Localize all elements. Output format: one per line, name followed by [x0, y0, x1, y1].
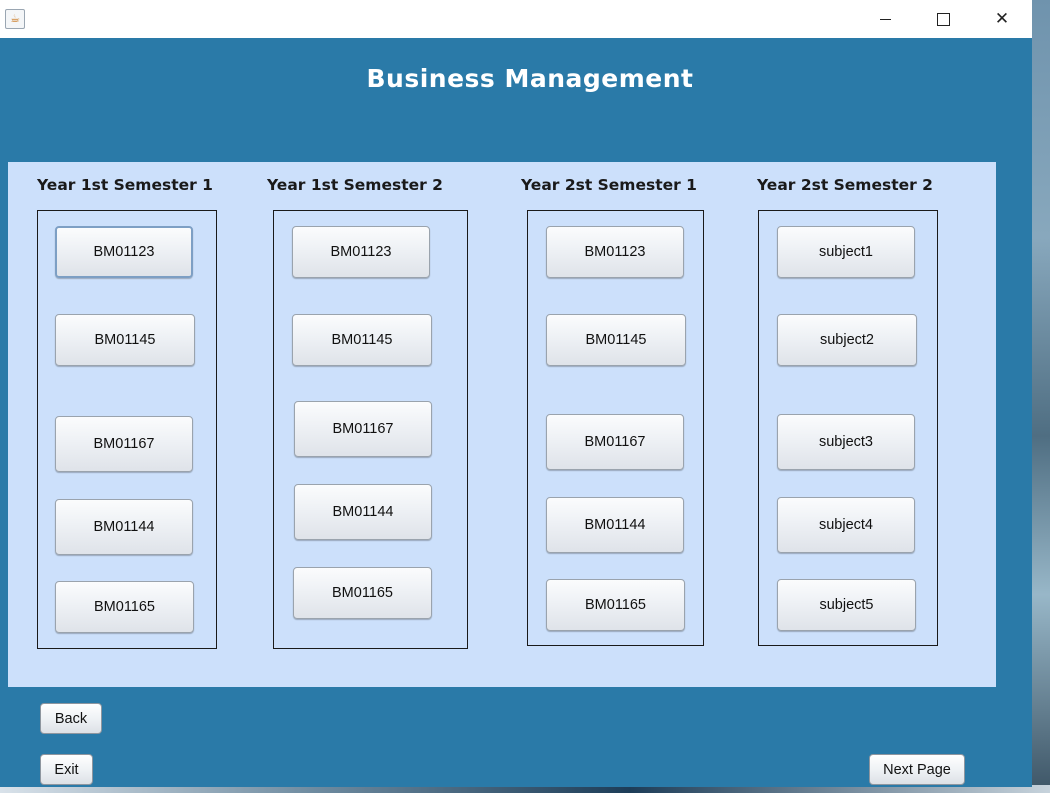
minimize-icon — [879, 18, 891, 20]
maximize-icon — [936, 12, 950, 26]
close-icon: ✕ — [994, 9, 1010, 29]
subject-button[interactable]: BM01123 — [292, 226, 430, 278]
subject-button[interactable]: BM01165 — [55, 581, 194, 633]
java-app-icon: ☕ — [5, 9, 25, 29]
subject-button[interactable]: BM01165 — [546, 579, 685, 631]
subject-button[interactable]: BM01144 — [55, 499, 193, 555]
subject-button[interactable]: subject4 — [777, 497, 915, 553]
close-button[interactable]: ✕ — [973, 0, 1031, 38]
subject-button[interactable]: subject1 — [777, 226, 915, 278]
subject-button[interactable]: BM01145 — [55, 314, 195, 366]
subject-button[interactable]: BM01167 — [546, 414, 684, 470]
semester-label-y2s1: Year 2st Semester 1 — [521, 176, 697, 194]
subject-button[interactable]: subject5 — [777, 579, 916, 631]
maximize-button[interactable] — [914, 0, 972, 38]
semester-box-y1s1: BM01123 BM01145 BM01167 BM01144 BM01165 — [37, 210, 217, 649]
subject-button[interactable]: BM01144 — [294, 484, 432, 540]
subject-button[interactable]: BM01167 — [55, 416, 193, 472]
desktop-background — [1032, 0, 1050, 793]
semester-label-y2s2: Year 2st Semester 2 — [757, 176, 933, 194]
subject-button[interactable]: BM01145 — [292, 314, 432, 366]
exit-button[interactable]: Exit — [40, 754, 93, 785]
subject-button[interactable]: BM01165 — [293, 567, 432, 619]
subject-button[interactable]: BM01144 — [546, 497, 684, 553]
next-page-button[interactable]: Next Page — [869, 754, 965, 785]
subject-button[interactable]: BM01123 — [55, 226, 193, 278]
minimize-button[interactable] — [856, 0, 914, 38]
page-title: Business Management — [366, 64, 694, 93]
app-window: ☕ ✕ Business Management Year 1st Semeste… — [0, 0, 1032, 787]
semester-label-y1s2: Year 1st Semester 2 — [267, 176, 443, 194]
title-bar: ☕ ✕ — [0, 0, 1032, 38]
subject-button[interactable]: BM01145 — [546, 314, 686, 366]
semester-panel: Year 1st Semester 1 BM01123 BM01145 BM01… — [8, 162, 996, 687]
subject-button[interactable]: subject2 — [777, 314, 917, 366]
semester-box-y1s2: BM01123 BM01145 BM01167 BM01144 BM01165 — [273, 210, 468, 649]
subject-button[interactable]: BM01123 — [546, 226, 684, 278]
back-button[interactable]: Back — [40, 703, 102, 734]
subject-button[interactable]: subject3 — [777, 414, 915, 470]
semester-label-y1s1: Year 1st Semester 1 — [37, 176, 213, 194]
subject-button[interactable]: BM01167 — [294, 401, 432, 457]
semester-box-y2s2: subject1 subject2 subject3 subject4 subj… — [758, 210, 938, 646]
semester-box-y2s1: BM01123 BM01145 BM01167 BM01144 BM01165 — [527, 210, 704, 646]
